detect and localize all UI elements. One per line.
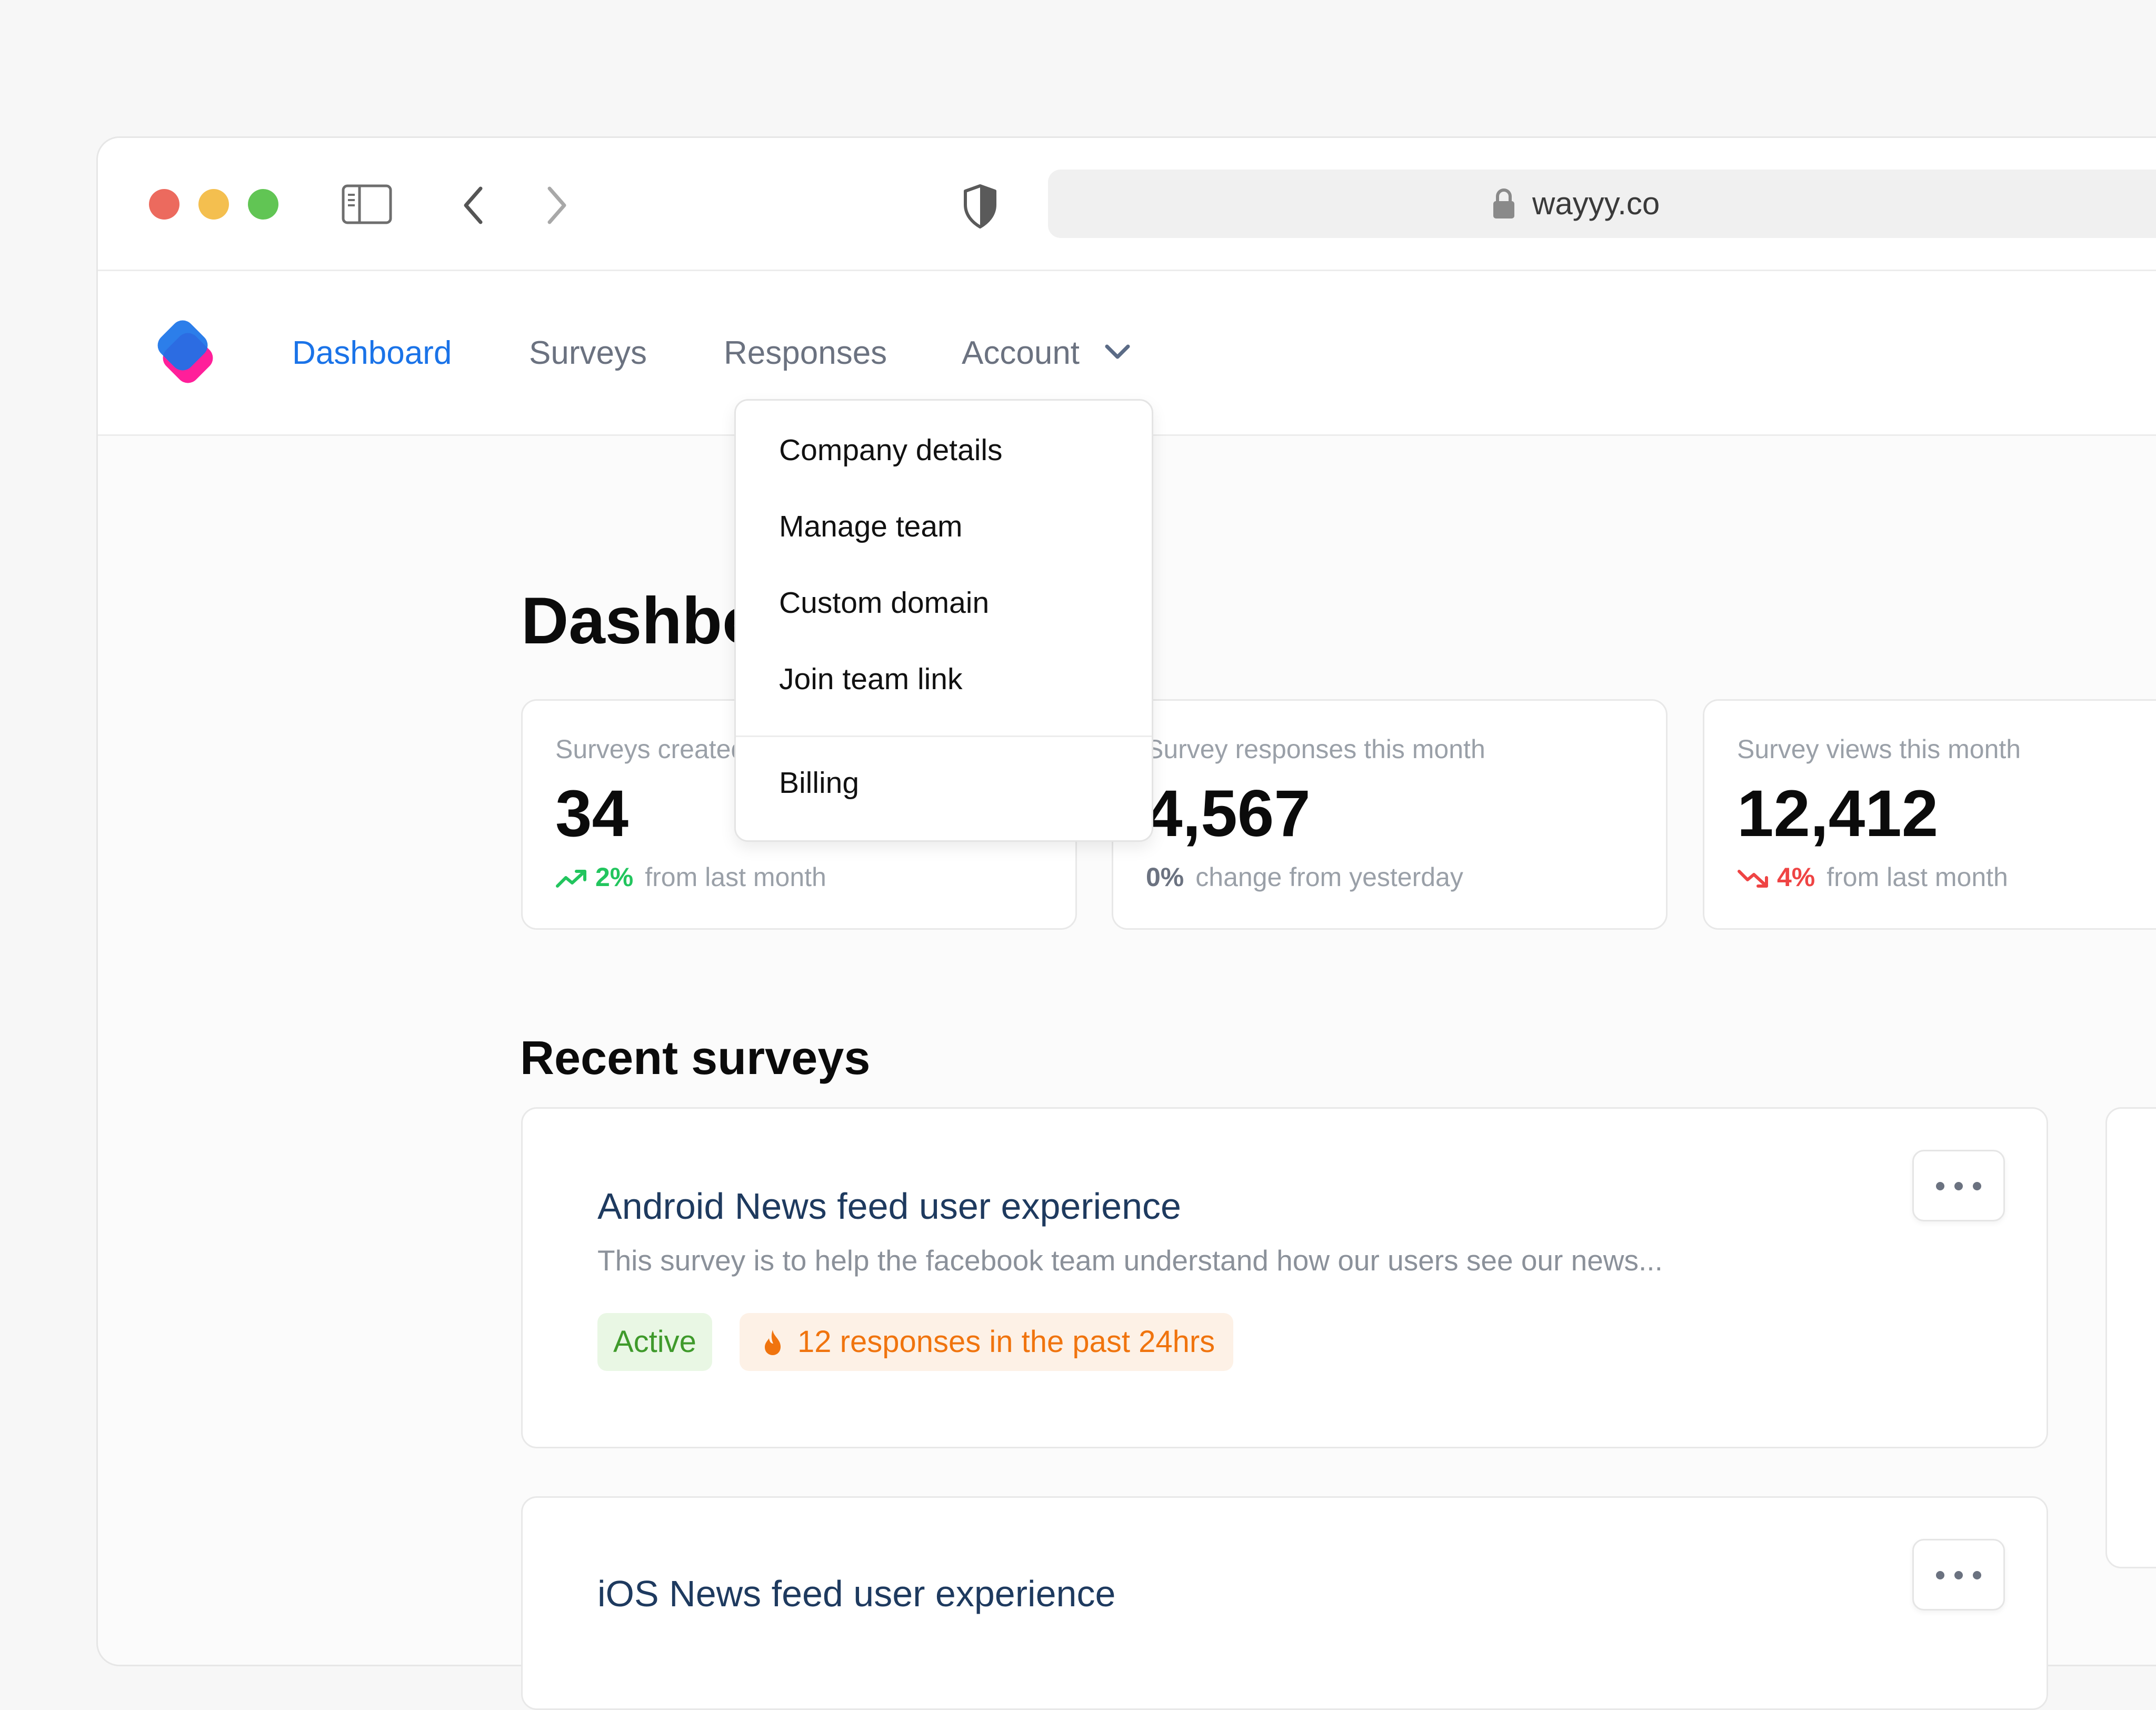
nav-responses[interactable]: Responses [724,333,887,373]
trend-down-icon [1738,870,1768,888]
menu-divider [736,735,1152,737]
stat-delta: 4% from last month [1737,861,2008,893]
survey-title[interactable]: Android News feed user experience [597,1184,1181,1228]
nav-dashboard[interactable]: Dashboard [292,333,452,373]
browser-toolbar: wayyy.co [98,138,2156,271]
account-dropdown-menu: Company details Manage team Custom domai… [734,399,1153,842]
menu-item-company-details[interactable]: Company details [779,432,1003,468]
delta-percent: 2% [595,862,634,892]
sidebar-toggle-icon[interactable] [342,184,392,224]
survey-title[interactable]: iOS News feed user experience [597,1572,1115,1616]
section-title: Recent surveys [520,1032,871,1085]
delta-percent: 4% [1777,862,1815,892]
stat-card: Survey views this month 12,412 4% from la… [1703,699,2156,930]
app-logo[interactable] [148,315,222,391]
shield-icon[interactable] [961,183,999,230]
stat-label: Survey responses this month [1146,734,1485,764]
nav-surveys[interactable]: Surveys [529,333,647,373]
survey-card[interactable]: iOS News feed user experience [521,1496,2048,1710]
more-options-button[interactable] [1912,1539,2005,1610]
lock-icon [1493,188,1514,218]
menu-item-billing[interactable]: Billing [779,765,859,801]
minimize-window-button[interactable] [198,189,229,220]
close-window-button[interactable] [149,189,179,220]
address-bar[interactable]: wayyy.co [1048,170,2156,238]
menu-item-custom-domain[interactable]: Custom domain [779,585,989,621]
menu-item-manage-team[interactable]: Manage team [779,509,963,544]
back-icon[interactable] [458,184,490,226]
menu-item-join-team-link[interactable]: Join team link [779,661,963,697]
delta-percent: 0% [1146,862,1184,892]
url-text: wayyy.co [1532,186,1660,221]
delta-text: from last month [645,862,826,892]
stat-value: 4,567 [1146,777,1311,850]
stat-value: 34 [555,777,629,850]
stat-delta: 2% from last month [555,861,826,893]
stat-value: 12,412 [1737,777,1939,850]
stat-delta: 0% change from yesterday [1146,861,1463,893]
survey-card-partial[interactable] [2105,1107,2156,1568]
maximize-window-button[interactable] [248,189,278,220]
nav-account[interactable]: Account [962,333,1080,373]
delta-text: from last month [1826,862,2008,892]
delta-text: change from yesterday [1195,862,1463,892]
forward-icon[interactable] [540,184,572,226]
chevron-down-icon[interactable] [1103,341,1132,365]
status-badge: Active [597,1313,712,1371]
more-options-button[interactable] [1912,1150,2005,1221]
stat-label: Survey views this month [1737,734,2021,764]
survey-card[interactable]: Android News feed user experience This s… [521,1107,2048,1448]
survey-description: This survey is to help the facebook team… [597,1244,1663,1277]
activity-text: 12 responses in the past 24hrs [797,1325,1215,1359]
activity-badge: 12 responses in the past 24hrs [740,1313,1234,1371]
stat-card: Survey responses this month 4,567 0% chan… [1112,699,1668,930]
flame-icon [765,1330,781,1355]
trend-up-icon [556,870,586,888]
